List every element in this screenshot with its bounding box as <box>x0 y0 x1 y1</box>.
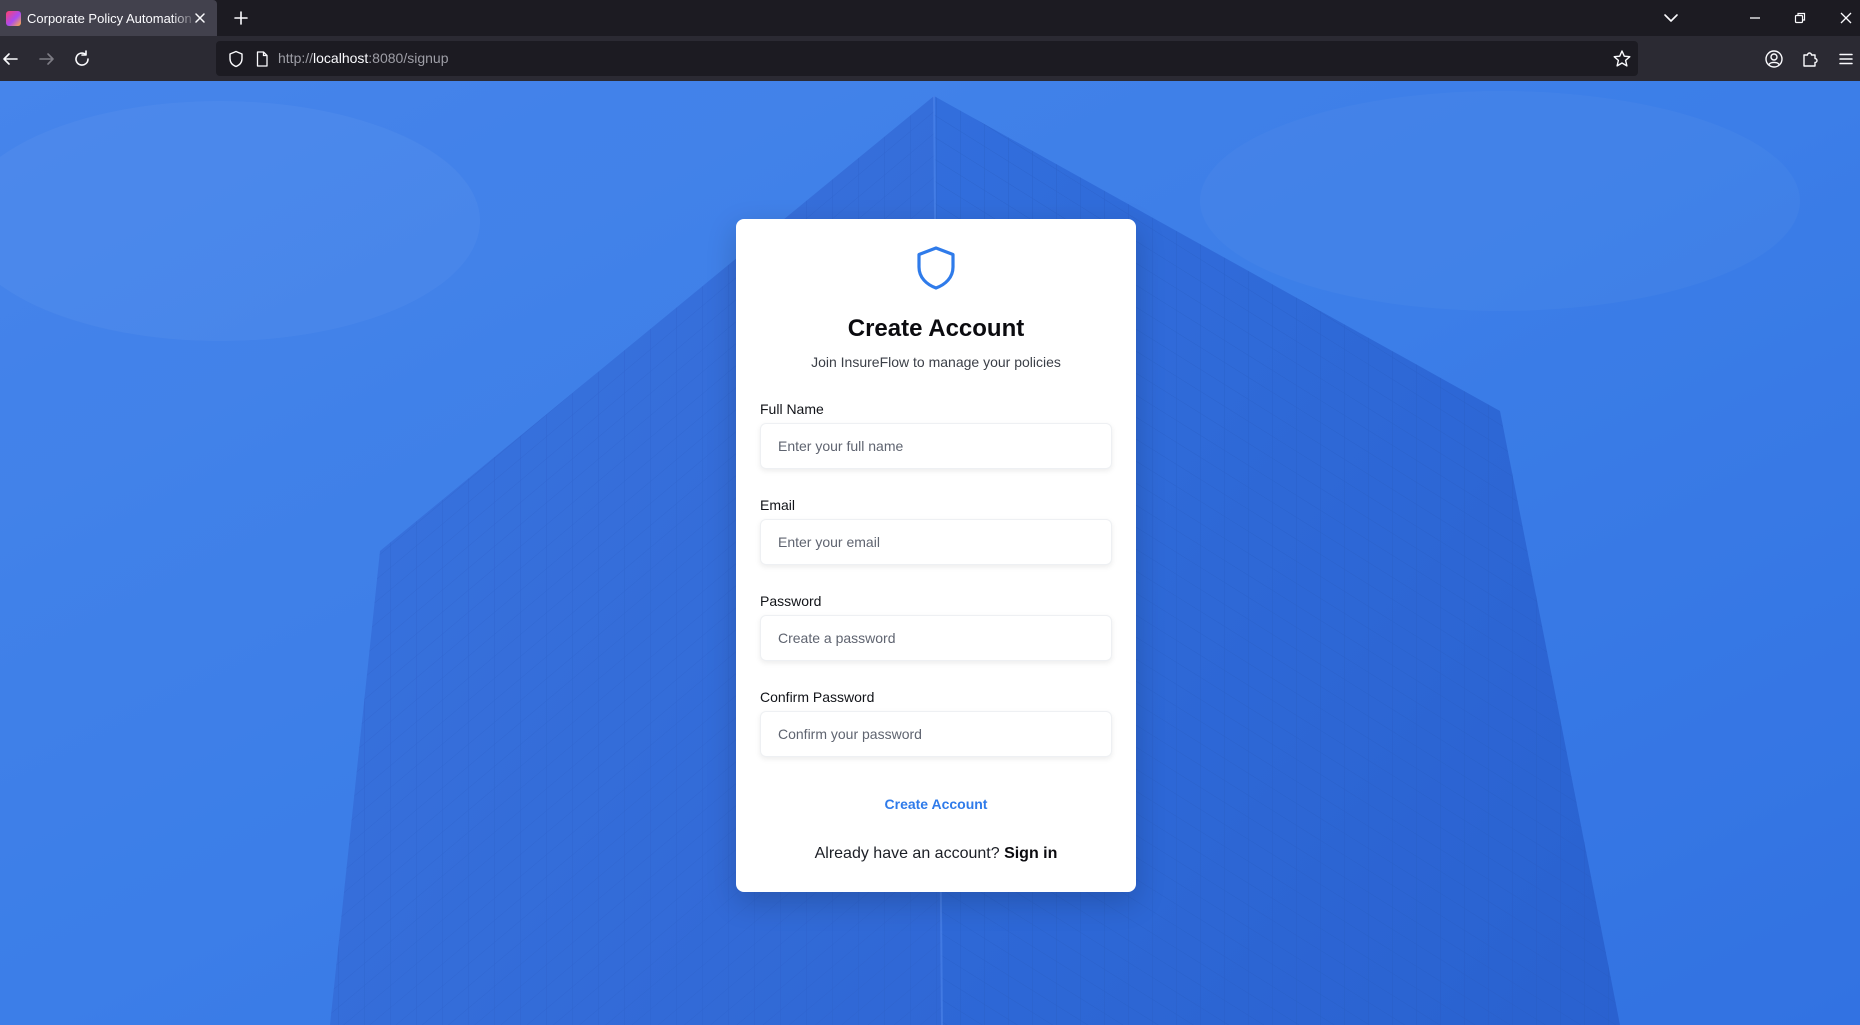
page-icon[interactable] <box>252 49 272 69</box>
create-account-button[interactable]: Create Account <box>760 789 1112 819</box>
browser-tab-bar: Corporate Policy Automation App <box>0 0 1860 36</box>
url-bar[interactable]: http://localhost:8080/signup <box>216 41 1638 76</box>
chevron-down-icon[interactable] <box>1659 6 1683 30</box>
signin-prompt-row: Already have an account? Sign in <box>736 845 1136 863</box>
close-window-icon[interactable] <box>1834 6 1858 30</box>
url-path: :8080/signup <box>368 50 449 66</box>
page-title: Create Account <box>847 315 1025 342</box>
shield-outline-icon[interactable] <box>226 49 246 69</box>
signin-prompt-text: Already have an account? <box>814 845 1000 862</box>
signup-card: Create Account Join InsureFlow to manage… <box>736 219 1136 892</box>
confirm-password-label: Confirm Password <box>760 689 875 705</box>
url-text[interactable]: http://localhost:8080/signup <box>278 50 448 66</box>
star-icon[interactable] <box>1611 48 1633 70</box>
browser-nav-bar: http://localhost:8080/signup <box>0 36 1860 81</box>
sign-in-link[interactable]: Sign in <box>1004 845 1057 862</box>
browser-tab-active[interactable]: Corporate Policy Automation App <box>0 0 217 36</box>
confirm-password-input[interactable] <box>760 711 1112 757</box>
full-name-input[interactable] <box>760 423 1112 469</box>
url-host: localhost <box>313 50 369 66</box>
page-subtitle: Join InsureFlow to manage your policies <box>811 354 1061 370</box>
close-icon[interactable] <box>191 9 209 27</box>
page-viewport: Create Account Join InsureFlow to manage… <box>0 81 1860 1025</box>
email-label: Email <box>760 497 796 513</box>
password-label: Password <box>760 593 822 609</box>
account-icon[interactable] <box>1762 47 1786 71</box>
restore-icon[interactable] <box>1788 6 1812 30</box>
url-scheme: http:// <box>278 50 314 66</box>
app-favicon-icon <box>6 10 21 26</box>
password-input[interactable] <box>760 615 1112 661</box>
puzzle-icon[interactable] <box>1798 47 1822 71</box>
minimize-icon[interactable] <box>1743 6 1767 30</box>
arrow-right-icon[interactable] <box>33 46 59 72</box>
plus-icon[interactable] <box>230 7 252 29</box>
tab-title: Corporate Policy Automation App <box>27 10 197 26</box>
reload-icon[interactable] <box>69 46 95 72</box>
arrow-left-icon[interactable] <box>0 46 24 72</box>
email-input[interactable] <box>760 519 1112 565</box>
shield-icon <box>914 245 958 291</box>
full-name-label: Full Name <box>760 401 824 417</box>
hamburger-menu-icon[interactable] <box>1834 47 1858 71</box>
